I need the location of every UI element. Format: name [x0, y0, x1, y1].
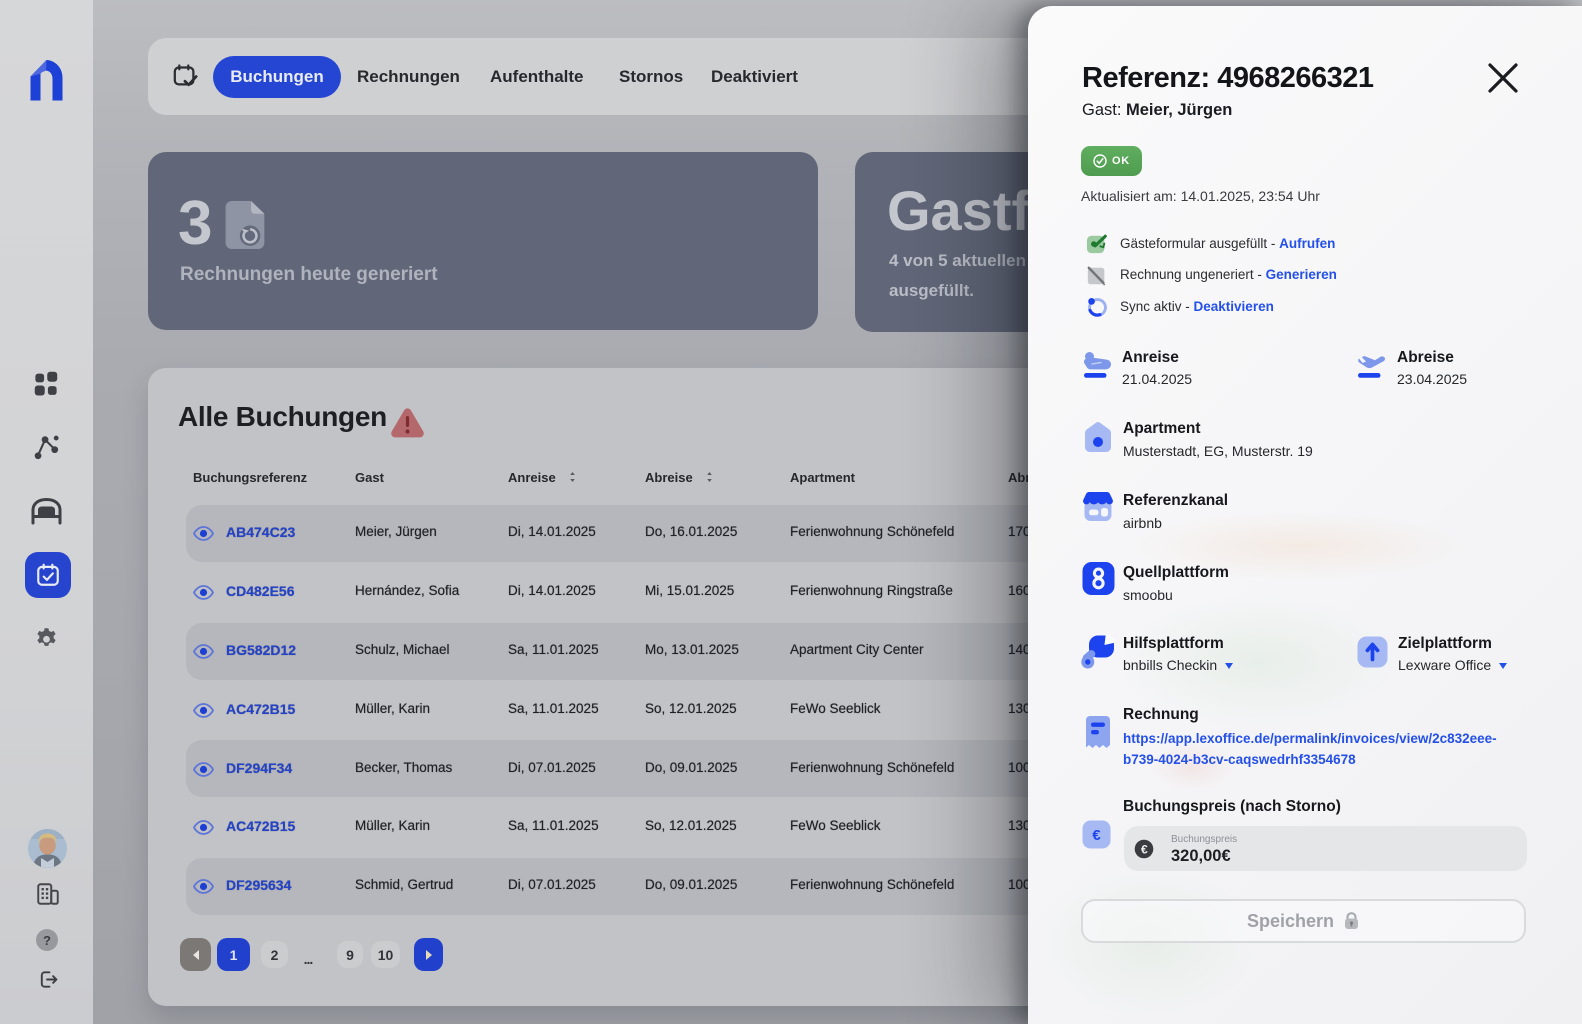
svg-text:€: €	[1141, 843, 1148, 857]
svg-text:€: €	[1092, 827, 1101, 844]
